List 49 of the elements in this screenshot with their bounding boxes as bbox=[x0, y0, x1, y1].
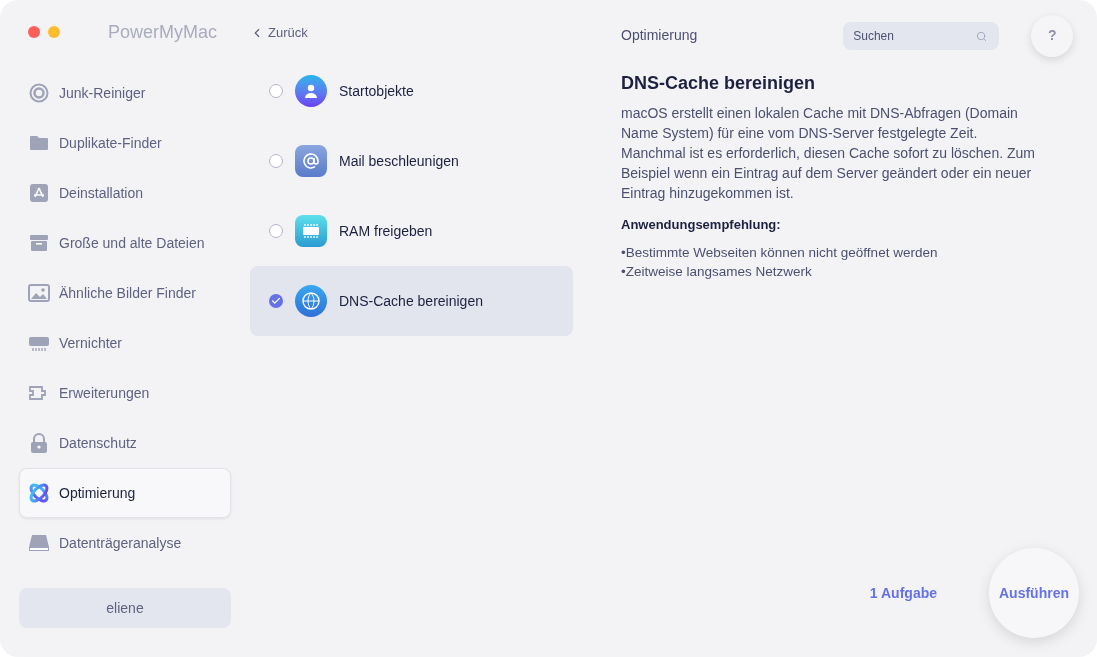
sidebar-item[interactable]: Datenschutz bbox=[19, 418, 231, 468]
app-store-icon bbox=[28, 182, 50, 204]
close-window-button[interactable] bbox=[28, 26, 40, 38]
sidebar-item[interactable]: Duplikate-Finder bbox=[19, 118, 231, 168]
description-text: macOS erstellt einen lokalen Cache mit DNS-Abfragen (Domain Name System) für eine vom DNS-Server festgelegte Zeit. Manchmal ist es erforderlich, diesen Cache sofort zu löschen. Zum Beispiel wenn ein Eintrag auf dem Server geändert oder ein neuer Eintrag hinzugekommen ist. bbox=[621, 104, 1036, 203]
search-field[interactable]: Suchen bbox=[843, 21, 1000, 50]
sidebar-item[interactable]: Optimierung bbox=[19, 468, 231, 518]
sidebar-item[interactable]: Deinstallation bbox=[19, 168, 231, 218]
task-label: DNS-Cache bereinigen bbox=[339, 291, 483, 311]
task-row[interactable]: DNS-Cache bereinigen bbox=[250, 266, 573, 336]
image-icon bbox=[28, 282, 50, 304]
box-icon bbox=[28, 232, 50, 254]
orbit-icon bbox=[28, 482, 50, 504]
user-button[interactable]: eliene bbox=[19, 588, 231, 628]
search-icon bbox=[976, 30, 988, 42]
sidebar-item[interactable]: Erweiterungen bbox=[19, 368, 231, 418]
task-count: 1 Aufgabe bbox=[869, 583, 937, 603]
person-icon bbox=[295, 75, 327, 107]
lock-icon bbox=[28, 432, 50, 454]
check-icon bbox=[271, 296, 281, 306]
sidebar-item[interactable]: Junk-Reiniger bbox=[19, 68, 231, 118]
recommendation-item: •Bestimmte Webseiten können nicht geöffnet werden bbox=[621, 243, 939, 262]
task-label: Startobjekte bbox=[339, 81, 414, 101]
globe-icon bbox=[295, 285, 327, 317]
checkbox[interactable] bbox=[269, 224, 283, 238]
task-label: Mail beschleunigen bbox=[339, 151, 459, 171]
task-label: RAM freigeben bbox=[339, 221, 433, 241]
checkbox[interactable] bbox=[269, 294, 283, 308]
sidebar-item[interactable]: Ähnliche Bilder Finder bbox=[19, 268, 231, 318]
checkbox[interactable] bbox=[269, 84, 283, 98]
target-icon bbox=[28, 82, 50, 104]
recommendation-heading: Anwendungsempfehlung: bbox=[621, 216, 782, 234]
app-title: PowerMyMac bbox=[108, 20, 218, 44]
section-title: Optimierung bbox=[621, 26, 698, 45]
task-row[interactable]: RAM freigeben bbox=[250, 206, 573, 256]
sidebar-item[interactable]: Datenträgeranalyse bbox=[19, 518, 231, 568]
help-button[interactable]: ? bbox=[1031, 14, 1074, 57]
task-row[interactable]: Mail beschleunigen bbox=[250, 136, 573, 186]
sidebar-item[interactable]: Große und alte Dateien bbox=[19, 218, 231, 268]
sidebar-item[interactable]: Vernichter bbox=[19, 318, 231, 368]
memory-chip-icon bbox=[295, 215, 327, 247]
back-button[interactable]: Zurück bbox=[250, 23, 308, 43]
run-button[interactable]: Ausführen bbox=[989, 548, 1079, 638]
detail-title: DNS-Cache bereinigen bbox=[621, 72, 817, 95]
task-row[interactable]: Startobjekte bbox=[250, 66, 573, 116]
recommendation-item: •Zeitweise langsames Netzwerk bbox=[621, 262, 813, 281]
minimize-window-button[interactable] bbox=[48, 26, 60, 38]
mail-icon bbox=[295, 145, 327, 177]
checkbox[interactable] bbox=[269, 154, 283, 168]
